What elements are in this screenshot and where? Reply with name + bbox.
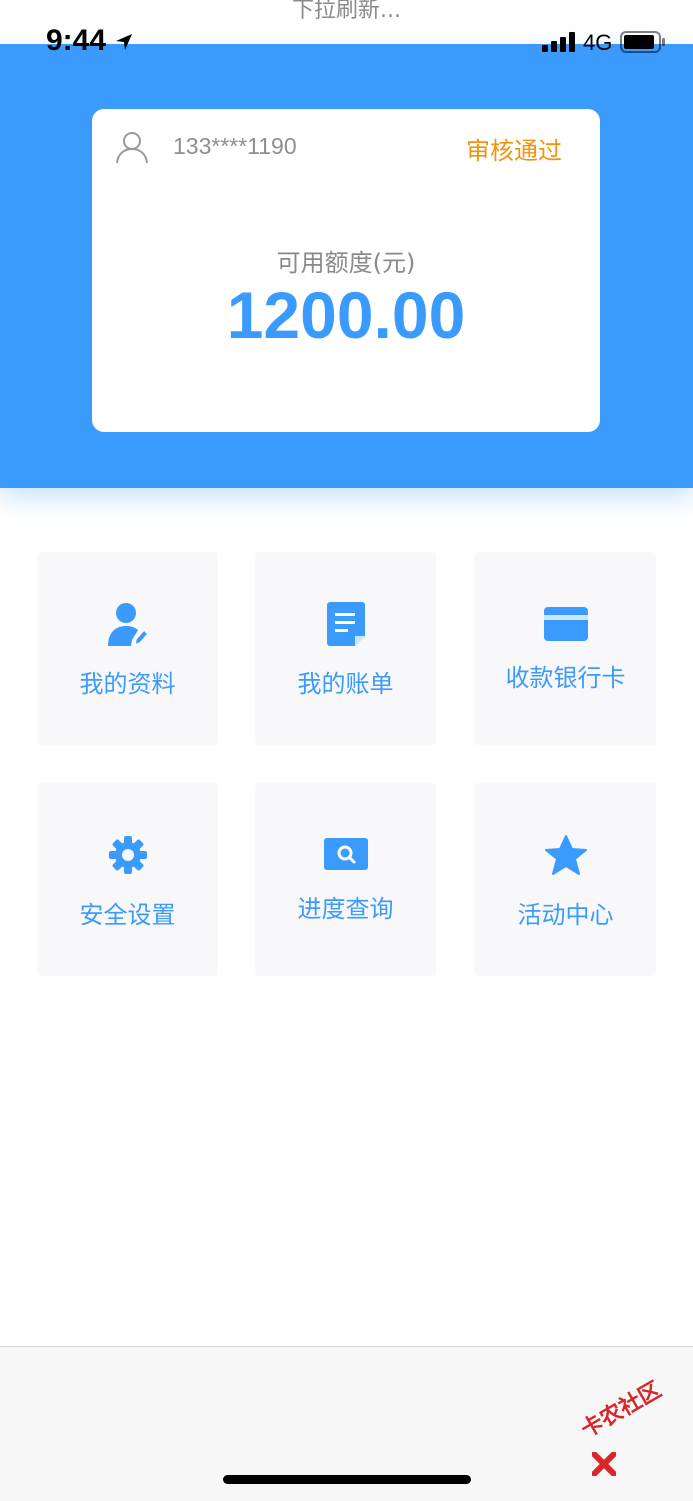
menu-tile-label: 进度查询 — [297, 895, 394, 923]
menu-tile-label: 我的账单 — [297, 670, 394, 698]
menu-tile-label: 活动中心 — [517, 901, 614, 929]
menu-tile-security-settings[interactable]: 安全设置 — [37, 783, 218, 976]
location-arrow-icon — [116, 34, 132, 50]
menu-tile-label: 收款银行卡 — [505, 664, 626, 692]
watermark-logo-icon — [592, 1452, 616, 1476]
menu-tile-bank-card[interactable]: 收款银行卡 — [475, 552, 656, 745]
search-icon — [323, 838, 368, 870]
menu-tile-progress-query[interactable]: 进度查询 — [255, 783, 436, 976]
status-time: 9:44 — [46, 24, 107, 57]
menu-tile-label: 我的资料 — [79, 670, 176, 698]
menu-tile-my-profile[interactable]: 我的资料 — [37, 552, 218, 745]
menu-tile-activity-center[interactable]: 活动中心 — [475, 783, 656, 976]
credit-amount: 1200.00 — [226, 278, 466, 352]
menu-tile-label: 安全设置 — [79, 901, 176, 929]
pull-to-refresh-hint: 下拉刷新... — [292, 0, 401, 23]
cellular-signal-icon — [542, 32, 575, 52]
menu-tile-my-bills[interactable]: 我的账单 — [255, 552, 436, 745]
credit-label: 可用额度(元) — [276, 249, 416, 277]
bill-document-icon — [326, 602, 365, 646]
network-type: 4G — [583, 30, 613, 55]
star-icon — [544, 835, 587, 875]
gear-icon — [108, 836, 147, 874]
user-edit-icon — [107, 603, 148, 646]
home-indicator[interactable] — [223, 1475, 471, 1484]
masked-phone-number: 133****1190 — [173, 133, 297, 159]
bank-card-icon — [543, 607, 588, 641]
review-status-badge: 审核通过 — [466, 137, 562, 165]
credit-card-panel: 133****1190 审核通过 可用额度(元) 1200.00 — [92, 109, 600, 432]
battery-icon — [620, 31, 665, 53]
user-outline-icon — [116, 132, 148, 164]
